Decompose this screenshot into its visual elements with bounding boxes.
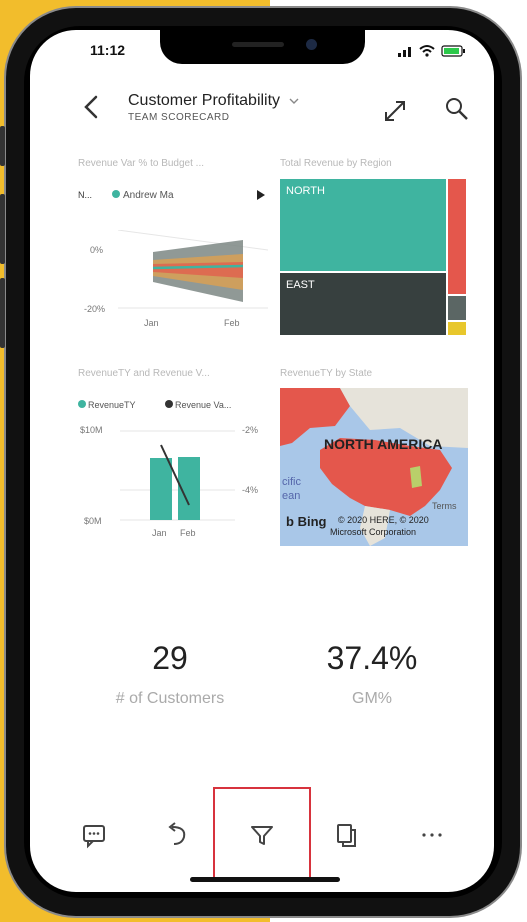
- map-continent-label: NORTH AMERICA: [324, 436, 443, 452]
- x-tick-feb: Feb: [224, 318, 240, 328]
- bar-jan: [150, 458, 172, 520]
- legend-dot-teal: [78, 400, 86, 408]
- notch: [160, 30, 365, 64]
- mute-switch: [0, 126, 5, 166]
- report-title-text: Customer Profitability: [128, 92, 281, 109]
- legend-revenue-ty[interactable]: RevenueTY: [78, 400, 136, 410]
- tile-title-revenue-region: Total Revenue by Region: [280, 158, 392, 169]
- home-indicator[interactable]: [190, 877, 340, 882]
- bing-brand-text: Bing: [297, 514, 327, 529]
- kpi-customers-label: # of Customers: [115, 690, 225, 707]
- chevron-down-icon: [289, 98, 298, 104]
- filter-highlight-box: [213, 787, 311, 879]
- bottom-toolbar: [30, 787, 494, 879]
- kpi-customers-value: 29: [152, 640, 188, 676]
- y-left-tick-0m: $0M: [84, 516, 102, 526]
- legend-dot: [112, 190, 120, 198]
- map-ocean-label-2: ean: [282, 490, 301, 502]
- undo-icon[interactable]: [160, 817, 196, 853]
- battery-icon: [441, 45, 465, 57]
- comment-icon[interactable]: [76, 817, 112, 853]
- map-copyright-1: © 2020 HERE, © 2020: [338, 515, 429, 525]
- report-title[interactable]: Customer Profitability: [128, 92, 299, 110]
- bing-icon: b: [286, 514, 298, 529]
- kpi-gm-value: 37.4%: [326, 640, 418, 676]
- status-icons: [398, 45, 465, 57]
- signal-icon: [398, 47, 411, 57]
- treemap-north[interactable]: NORTH: [280, 179, 446, 271]
- treemap-east-label: EAST: [286, 279, 315, 291]
- more-icon[interactable]: [414, 817, 450, 853]
- treemap-north-label: NORTH: [286, 185, 325, 197]
- x-tick-jan: Jan: [144, 318, 159, 328]
- combo-chart: [120, 430, 235, 521]
- legend-label-revenue-ty: RevenueTY: [88, 400, 136, 410]
- map-view[interactable]: NORTH AMERICA cific ean Terms b Bing © 2…: [280, 388, 468, 546]
- y-tick-neg20: -20%: [84, 304, 106, 314]
- speaker: [232, 42, 284, 47]
- legend-revenue-var[interactable]: Revenue Va...: [165, 400, 231, 410]
- tile-title-revenue-var: Revenue Var % to Budget ...: [78, 158, 205, 169]
- y-tick-0: 0%: [90, 245, 104, 255]
- chevron-left-icon: [84, 95, 98, 119]
- legend-dot-dark: [165, 400, 173, 408]
- legend-prefix: N...: [78, 190, 93, 200]
- volume-down-button: [0, 278, 5, 348]
- x-tick-feb-2: Feb: [180, 528, 196, 538]
- treemap-region-3[interactable]: [448, 179, 466, 294]
- search-icon[interactable]: [444, 96, 470, 122]
- front-camera: [306, 39, 317, 50]
- tile-title-revenue-ty: RevenueTY and Revenue V...: [78, 368, 210, 379]
- map-copyright-2: Microsoft Corporation: [330, 527, 417, 537]
- legend-next-arrow-icon[interactable]: [257, 190, 265, 200]
- bing-logo: b Bing: [286, 514, 326, 529]
- back-button[interactable]: [82, 94, 100, 126]
- y-right-tick-neg2: -2%: [242, 425, 259, 435]
- treemap-region-5[interactable]: [448, 322, 466, 335]
- copy-icon[interactable]: [328, 817, 364, 853]
- variance-fan-chart: [118, 230, 268, 309]
- y-left-tick-10m: $10M: [80, 425, 103, 435]
- legend-label: Andrew Ma: [123, 190, 174, 201]
- phone-screen: 11:12 Customer Profitability TEAM SCOREC…: [30, 30, 494, 892]
- app-header: Customer Profitability TEAM SCORECARD: [30, 78, 494, 148]
- map-ocean-label-1: cific: [282, 476, 301, 488]
- legend-label-revenue-var: Revenue Va...: [175, 400, 232, 410]
- volume-up-button: [0, 194, 5, 264]
- kpi-gm-label: GM%: [352, 690, 392, 707]
- status-time: 11:12: [90, 42, 126, 58]
- report-subtitle: TEAM SCORECARD: [128, 112, 230, 123]
- tile-title-revenue-state: RevenueTY by State: [280, 368, 373, 379]
- treemap-region-4[interactable]: [448, 296, 466, 320]
- legend-item-andrew[interactable]: Andrew Ma: [112, 190, 174, 201]
- y-right-tick-neg4: -4%: [242, 485, 259, 495]
- map-terms-link[interactable]: Terms: [432, 501, 457, 511]
- x-tick-jan-2: Jan: [152, 528, 167, 538]
- expand-icon[interactable]: [382, 98, 408, 124]
- treemap-east[interactable]: EAST: [280, 273, 446, 335]
- wifi-icon: [419, 45, 435, 57]
